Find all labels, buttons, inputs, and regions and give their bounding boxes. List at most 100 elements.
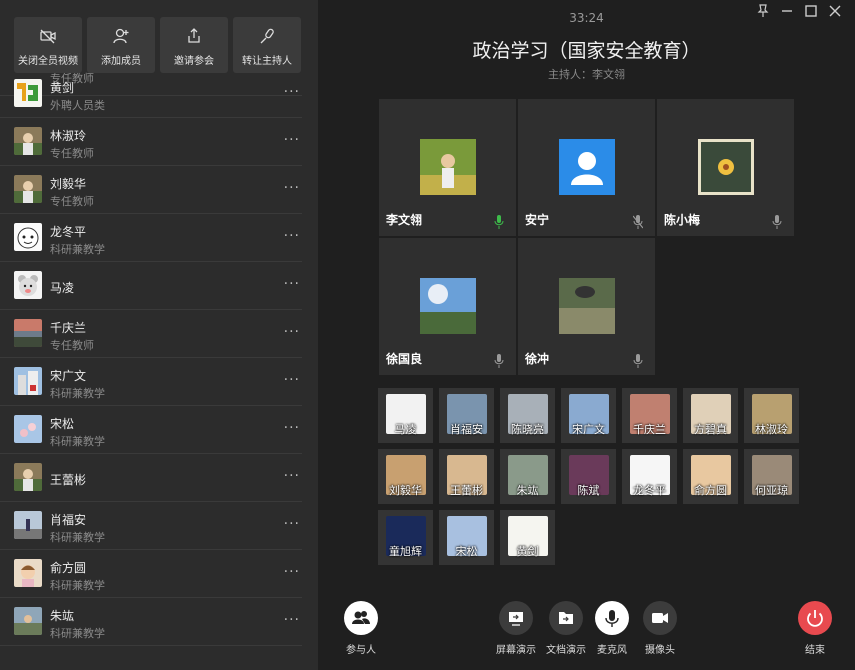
more-options-button[interactable]: ··· [284,324,300,340]
participant-thumbnail[interactable]: 何亚琼 [744,449,799,504]
camera-label: 摄像头 [645,645,675,656]
screen-share-label: 屏幕演示 [496,645,536,656]
list-item[interactable]: 刘毅华专任教师 ··· [0,166,302,214]
more-options-button[interactable]: ··· [284,372,300,388]
participant-thumbnail[interactable]: 陈晓亮 [500,388,555,443]
list-item[interactable]: 宋广文 科研兼教学 ··· [0,358,302,406]
participant-role: 科研兼教学 [50,243,105,256]
more-options-button[interactable]: ··· [284,612,300,628]
participant-list-scrollbar[interactable] [305,76,313,670]
thumbnail-name: 俞方圆 [694,484,727,497]
participants-label: 参与人 [346,645,376,656]
mic-muted-icon [632,214,644,229]
participant-name: 黄剑 [50,81,75,95]
host-toolbar: 关闭全员视频 添加成员 邀请参会 转让主持人 [0,0,318,76]
more-options-button[interactable]: ··· [284,132,300,148]
mic-icon [633,353,643,368]
avatar [14,559,42,587]
add-member-button[interactable]: 添加成员 [87,17,155,73]
participant-role: 专任教师 [50,195,94,208]
video-tile[interactable]: 陈小梅 [657,99,794,236]
participant-panel: 关闭全员视频 添加成员 邀请参会 转让主持人 专任教师 黄剑 外聘人员类 ···… [0,0,318,670]
more-options-button[interactable]: ··· [284,84,300,100]
participant-thumbnail[interactable]: 方碧真 [683,388,738,443]
participant-thumbnail[interactable]: 陈斌 [561,449,616,504]
add-user-icon [113,28,129,44]
participant-thumbnail[interactable]: 俞方圆 [683,449,738,504]
participant-name: 肖福安 [50,513,87,527]
participant-thumbnail[interactable]: 宋松 [439,510,494,565]
camera-button[interactable]: 摄像头 [642,601,678,656]
transfer-host-button[interactable]: 转让主持人 [233,17,301,73]
list-item[interactable]: 林淑玲 专任教师 ··· [0,118,302,166]
more-options-button[interactable]: ··· [284,468,300,484]
more-options-button[interactable]: ··· [284,228,300,244]
more-options-button[interactable]: ··· [284,276,300,292]
video-tile[interactable]: 李文翎 [379,99,516,236]
video-tile[interactable]: 徐国良 [379,238,516,375]
power-icon [798,601,832,635]
doc-share-label: 文档演示 [546,645,586,656]
more-options-button[interactable]: ··· [284,180,300,196]
mute-all-video-button[interactable]: 关闭全员视频 [14,17,82,73]
participant-thumbnail[interactable]: 朱竑 [500,449,555,504]
list-item[interactable]: 黄剑 外聘人员类 ··· [0,70,302,118]
participant-thumbnail[interactable]: 林淑玲 [744,388,799,443]
participant-name: 刘毅华 [50,177,87,191]
thumbnail-name: 千庆兰 [633,423,666,436]
participants-button[interactable]: 参与人 [343,601,379,656]
thumbnail-name: 何亚琼 [755,484,788,497]
participant-role: 专任教师 [50,147,94,160]
transfer-host-label: 转让主持人 [242,56,292,67]
more-options-button[interactable]: ··· [284,564,300,580]
list-item[interactable]: 朱竑 科研兼教学 ··· [0,598,302,646]
screen-share-icon [499,601,533,635]
meeting-area: 33:24 政治学习（国家安全教育） 主持人：李文翎 李文翎 安宁 陈小梅 徐国良 徐冲… [318,0,855,670]
video-avatar [698,139,754,195]
avatar [14,415,42,443]
participant-name: 宋松 [50,417,75,431]
participant-thumbnail[interactable]: 宋广文 [561,388,616,443]
mute-all-video-label: 关闭全员视频 [18,56,78,67]
video-tile[interactable]: 徐冲 [518,238,655,375]
avatar [14,271,42,299]
participant-role: 科研兼教学 [50,579,105,592]
participant-thumbnail[interactable]: 黄剑 [500,510,555,565]
video-tile-name: 李文翎 [386,213,423,227]
doc-share-button[interactable]: 文档演示 [546,601,586,656]
participant-name: 马凌 [50,281,75,295]
participant-thumbnail[interactable]: 刘毅华 [378,449,433,504]
mic-icon [494,353,504,368]
participant-thumbnail[interactable]: 千庆兰 [622,388,677,443]
participant-name: 朱竑 [50,609,75,623]
list-item[interactable]: 龙冬平 科研兼教学 ··· [0,214,302,262]
participant-name: 王蕾彬 [50,473,87,487]
video-tile-name: 陈小梅 [664,213,701,227]
invite-label: 邀请参会 [174,56,214,67]
list-item[interactable]: 马凌 ··· [0,262,302,310]
more-options-button[interactable]: ··· [284,420,300,436]
video-avatar [559,139,615,195]
participant-thumbnail[interactable]: 马凌 [378,388,433,443]
participant-role: 科研兼教学 [50,387,105,400]
participant-thumbnail[interactable]: 童旭辉 [378,510,433,565]
avatar [14,511,42,539]
thumbnail-name: 龙冬平 [633,484,666,497]
participant-thumbnail[interactable]: 肖福安 [439,388,494,443]
list-item[interactable]: 宋松 科研兼教学 ··· [0,406,302,454]
avatar [14,127,42,155]
microphone-button[interactable]: 麦克风 [594,601,630,656]
end-meeting-button[interactable]: 结束 [798,601,832,656]
screen-share-button[interactable]: 屏幕演示 [496,601,536,656]
participant-thumbnail[interactable]: 王蕾彬 [439,449,494,504]
invite-button[interactable]: 邀请参会 [160,17,228,73]
list-item[interactable]: 肖福安 科研兼教学 ··· [0,502,302,550]
participant-thumbnail[interactable]: 龙冬平 [622,449,677,504]
video-tile[interactable]: 安宁 [518,99,655,236]
video-avatar [420,139,476,195]
mic-icon [772,214,782,229]
list-item[interactable]: 王蕾彬 ··· [0,454,302,502]
list-item[interactable]: 俞方圆 科研兼教学 ··· [0,550,302,598]
list-item[interactable]: 千庆兰 专任教师 ··· [0,310,302,358]
more-options-button[interactable]: ··· [284,516,300,532]
